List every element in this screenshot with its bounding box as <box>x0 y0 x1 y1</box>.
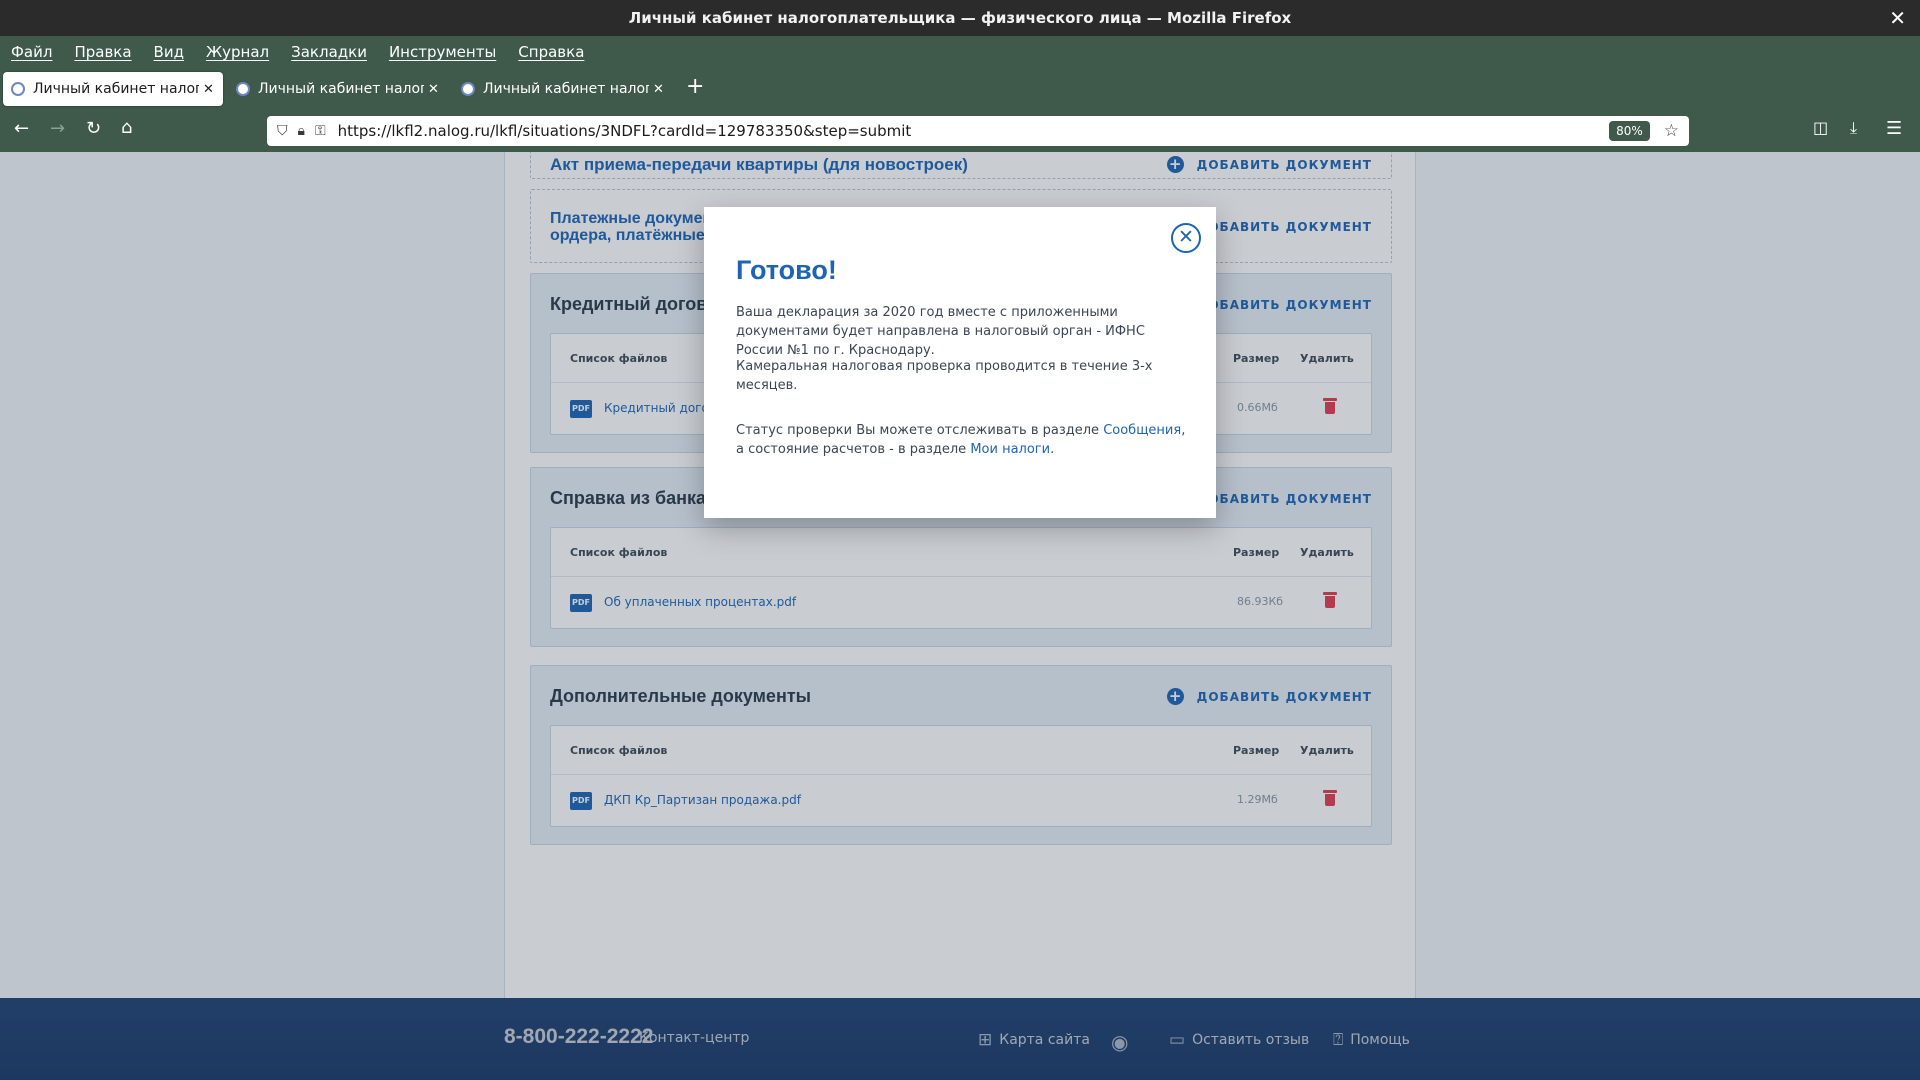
key-icon[interactable]: ⚿ <box>315 123 326 139</box>
tab-close-icon[interactable]: ✕ <box>203 82 214 97</box>
new-tab-icon[interactable]: + <box>686 74 704 99</box>
favicon-icon <box>11 82 25 96</box>
zoom-level-badge[interactable]: 80% <box>1609 121 1650 141</box>
tab-label: Личный кабинет налогоплательщика <box>483 81 649 97</box>
menu-view[interactable]: Вид <box>154 43 184 61</box>
window-title: Личный кабинет налогоплательщика — физич… <box>628 9 1292 27</box>
window-titlebar: Личный кабинет налогоплательщика — физич… <box>0 0 1920 36</box>
tab-close-icon[interactable]: ✕ <box>653 82 664 97</box>
modal-text-status: Статус проверки Вы можете отслеживать в … <box>736 421 1186 459</box>
my-taxes-link[interactable]: Мои налоги <box>970 442 1050 457</box>
menu-file[interactable]: Файл <box>11 43 52 61</box>
url-bar[interactable]: ⛉ 🔒︎ ⚿ https://lkfl2.nalog.ru/lkfl/situa… <box>267 116 1689 146</box>
modal-text-declaration: Ваша декларация за 2020 год вместе с при… <box>736 305 1145 358</box>
menu-bar: Файл Правка Вид Журнал Закладки Инструме… <box>0 36 1920 68</box>
close-icon[interactable]: ✕ <box>1171 223 1201 253</box>
menu-bookmarks[interactable]: Закладки <box>291 43 367 61</box>
tracking-protection-icon[interactable]: ⛉ <box>277 123 288 139</box>
menu-tools[interactable]: Инструменты <box>389 43 496 61</box>
downloads-icon[interactable]: ⤓ <box>1850 118 1857 138</box>
url-text[interactable]: https://lkfl2.nalog.ru/lkfl/situations/3… <box>338 122 1609 140</box>
lock-icon[interactable]: 🔒︎ <box>298 123 305 139</box>
home-icon[interactable]: ⌂ <box>121 117 132 138</box>
success-modal: ✕ Готово! Ваша декларация за 2020 год вм… <box>704 207 1216 518</box>
tab-close-icon[interactable]: ✕ <box>428 82 439 97</box>
favicon-icon <box>461 82 475 96</box>
menu-help[interactable]: Справка <box>518 43 584 61</box>
app-menu-icon[interactable]: ☰ <box>1886 118 1902 139</box>
tab-1[interactable]: Личный кабинет налогоплательщика ✕ <box>3 72 223 106</box>
menu-edit[interactable]: Правка <box>74 43 131 61</box>
modal-text-status-part1: Статус проверки Вы можете отслеживать в … <box>736 423 1104 438</box>
messages-link[interactable]: Сообщения <box>1103 423 1181 438</box>
favicon-icon <box>236 82 250 96</box>
tab-3[interactable]: Личный кабинет налогоплательщика ✕ <box>453 72 673 106</box>
modal-text-audit: Камеральная налоговая проверка проводитс… <box>736 359 1153 393</box>
tab-2[interactable]: Личный кабинет налогоплательщика ✕ <box>228 72 448 106</box>
reload-icon[interactable]: ↻ <box>86 118 101 139</box>
tab-label: Личный кабинет налогоплательщика <box>258 81 424 97</box>
modal-title: Готово! <box>736 255 837 285</box>
pocket-icon[interactable]: ◫ <box>1813 118 1828 137</box>
forward-icon[interactable]: → <box>50 118 65 139</box>
menu-history[interactable]: Журнал <box>206 43 269 61</box>
bookmark-star-icon[interactable]: ☆ <box>1664 121 1679 141</box>
tab-bar: Личный кабинет налогоплательщика ✕ Личны… <box>0 68 1920 108</box>
back-icon[interactable]: ← <box>14 118 29 139</box>
modal-text-status-end: . <box>1050 442 1055 457</box>
window-close-icon[interactable]: ✕ <box>1889 6 1906 30</box>
tab-label: Личный кабинет налогоплательщика <box>33 81 199 97</box>
